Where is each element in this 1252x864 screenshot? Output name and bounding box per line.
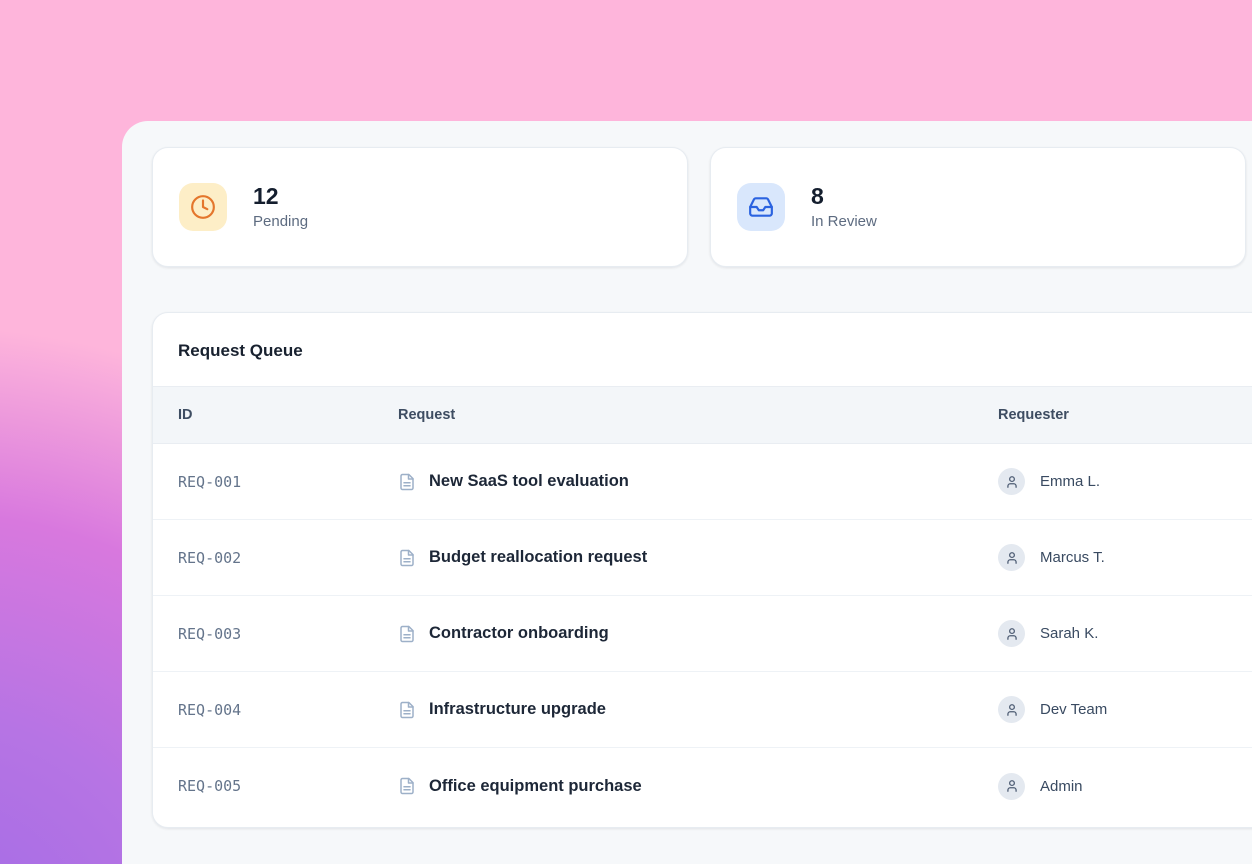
stat-text-pending: 12 Pending	[253, 185, 308, 229]
request-title: New SaaS tool evaluation	[429, 472, 629, 491]
file-text-icon	[398, 625, 416, 643]
column-header-requester: Requester	[998, 407, 1252, 423]
table-row[interactable]: REQ-003 Contractor onboarding Sarah K.	[153, 596, 1252, 672]
clock-icon	[179, 183, 227, 231]
file-text-icon	[398, 701, 416, 719]
file-text-icon	[398, 549, 416, 567]
request-queue-card: Request Queue ID Request Requester REQ-0…	[152, 312, 1252, 828]
request-id: REQ-001	[178, 473, 398, 491]
in-review-count: 8	[811, 185, 877, 208]
table-title: Request Queue	[153, 313, 1252, 386]
user-avatar	[998, 773, 1025, 800]
table-row[interactable]: REQ-004 Infrastructure upgrade Dev Team	[153, 672, 1252, 748]
requester-name: Marcus T.	[1040, 549, 1105, 566]
stat-text-in-review: 8 In Review	[811, 185, 877, 229]
table-row[interactable]: REQ-005 Office equipment purchase Admin	[153, 748, 1252, 824]
file-text-icon	[398, 473, 416, 491]
user-avatar	[998, 696, 1025, 723]
request-id: REQ-003	[178, 625, 398, 643]
request-id: REQ-004	[178, 701, 398, 719]
table-header-row: ID Request Requester	[153, 386, 1252, 444]
request-id: REQ-005	[178, 777, 398, 795]
request-title: Budget reallocation request	[429, 548, 647, 567]
stat-card-in-review: 8 In Review	[710, 147, 1246, 267]
pending-count: 12	[253, 185, 308, 208]
request-title: Infrastructure upgrade	[429, 700, 606, 719]
request-title: Contractor onboarding	[429, 624, 609, 643]
inbox-icon	[737, 183, 785, 231]
table-row[interactable]: REQ-001 New SaaS tool evaluation Emma L.	[153, 444, 1252, 520]
requester-name: Emma L.	[1040, 473, 1100, 490]
table-row[interactable]: REQ-002 Budget reallocation request Marc…	[153, 520, 1252, 596]
column-header-id: ID	[178, 407, 398, 423]
request-title: Office equipment purchase	[429, 777, 642, 796]
request-id: REQ-002	[178, 549, 398, 567]
in-review-label: In Review	[811, 214, 877, 229]
file-text-icon	[398, 777, 416, 795]
pending-label: Pending	[253, 214, 308, 229]
requester-name: Sarah K.	[1040, 625, 1098, 642]
requester-name: Admin	[1040, 778, 1083, 795]
user-avatar	[998, 620, 1025, 647]
stats-row: 12 Pending 8 In Review	[152, 147, 1252, 267]
user-avatar	[998, 468, 1025, 495]
column-header-request: Request	[398, 407, 998, 423]
main-panel: 12 Pending 8 In Review	[122, 121, 1252, 864]
user-avatar	[998, 544, 1025, 571]
screen: 12 Pending 8 In Review	[0, 0, 1252, 864]
requester-name: Dev Team	[1040, 701, 1107, 718]
stat-card-pending: 12 Pending	[152, 147, 688, 267]
